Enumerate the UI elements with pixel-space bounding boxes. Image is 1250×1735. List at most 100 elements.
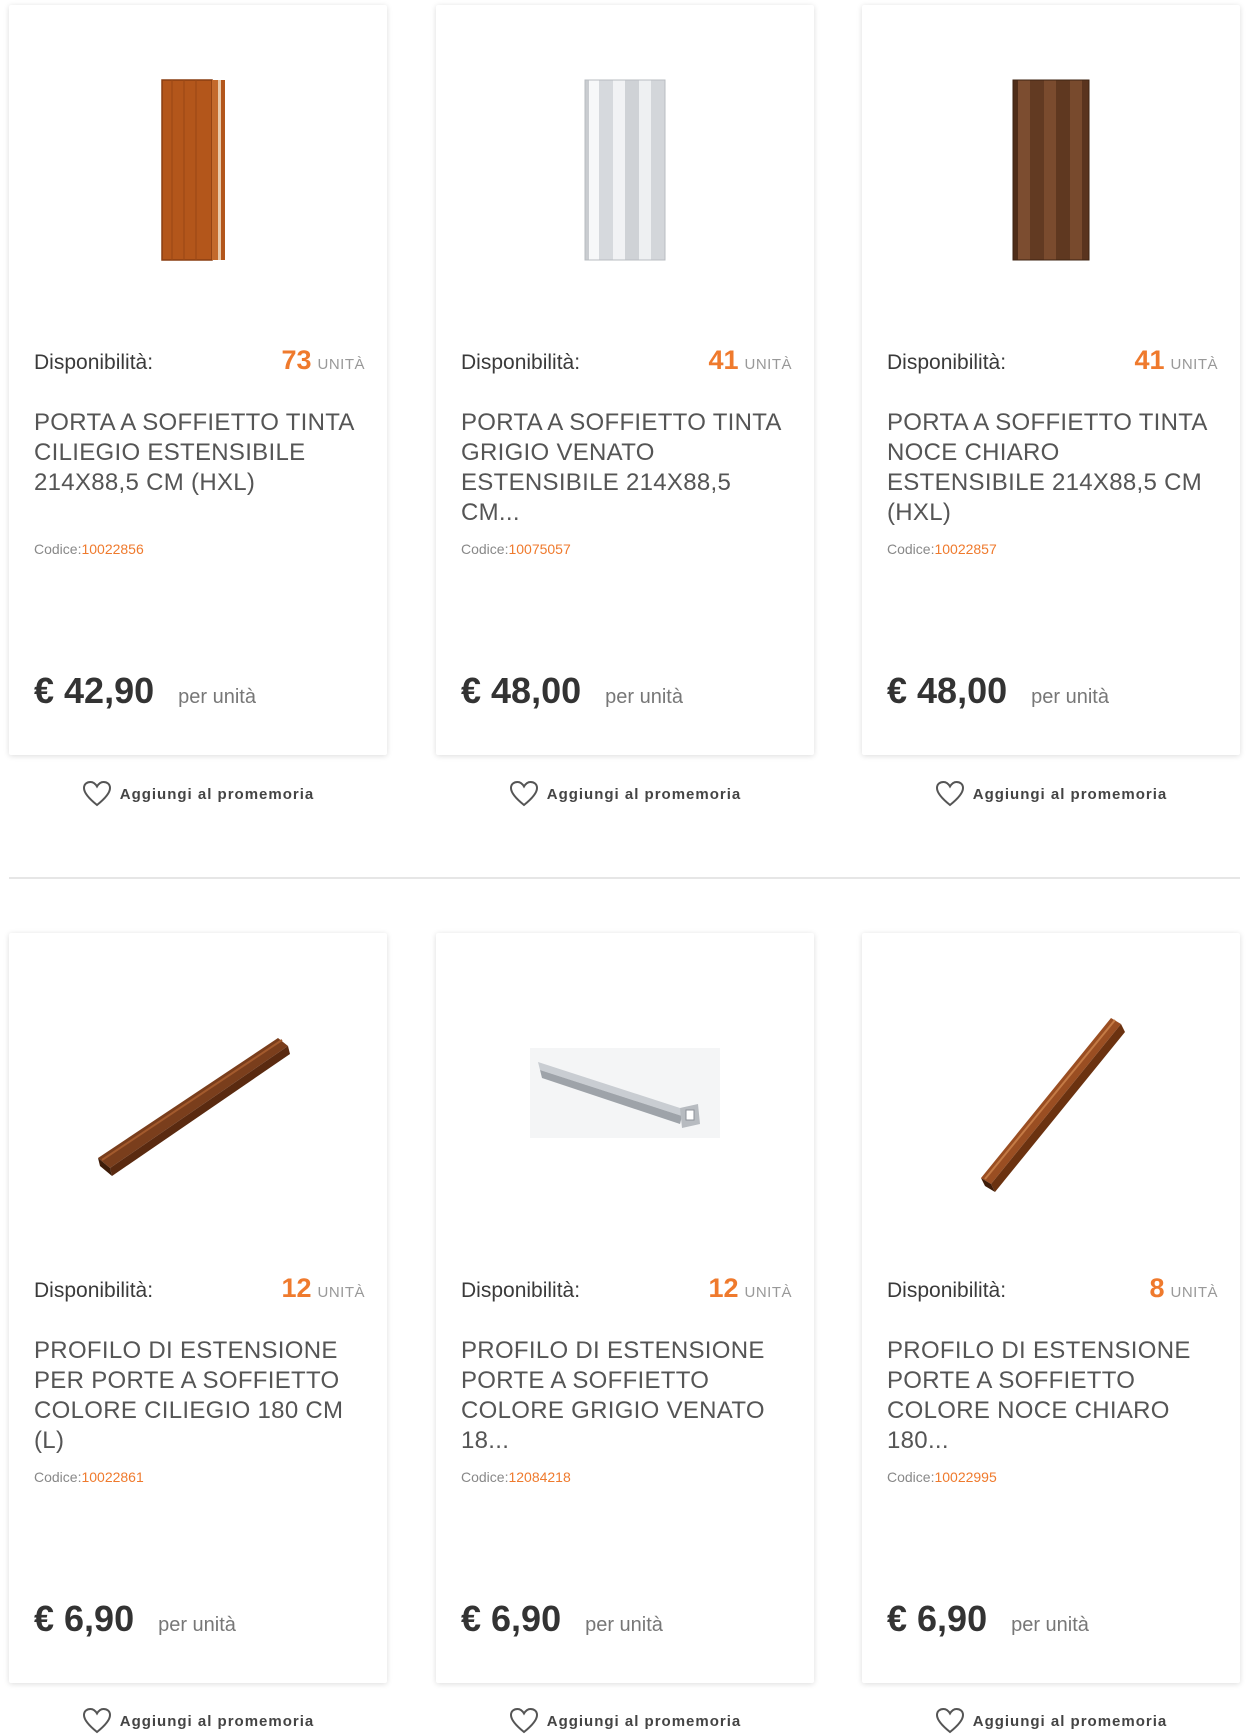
add-to-reminder-button[interactable]: Aggiungi al promemoria (862, 1703, 1240, 1735)
price-row: € 6,90 per unità (34, 1598, 236, 1640)
code-label: Codice: (461, 1469, 509, 1485)
product-title[interactable]: PROFILO DI ESTENSIONE PER PORTE A SOFFIE… (34, 1336, 365, 1456)
code-value: 10075057 (508, 541, 571, 557)
reminder-label: Aggiungi al promemoria (972, 785, 1168, 803)
add-to-reminder-button[interactable]: Aggiungi al promemoria (9, 776, 387, 812)
code-label: Codice: (461, 541, 509, 557)
product-price: € 6,90 (34, 1598, 135, 1639)
availability-row: Disponibilità: 12 UNITÀ (461, 1273, 792, 1313)
heart-icon (82, 1707, 111, 1734)
reminder-label: Aggiungi al promemoria (972, 1712, 1168, 1730)
quantity-value: 41 (708, 345, 739, 375)
add-to-reminder-button[interactable]: Aggiungi al promemoria (9, 1703, 387, 1735)
add-to-reminder-button[interactable]: Aggiungi al promemoria (436, 776, 814, 812)
quantity-value: 41 (1134, 345, 1165, 375)
extension-profile-image (530, 1048, 720, 1138)
per-unit-label: per unità (585, 1614, 663, 1636)
heart-icon (509, 1707, 538, 1734)
availability-label: Disponibilità: (461, 351, 581, 374)
availability-label: Disponibilità: (887, 351, 1007, 374)
row-divider (9, 877, 1240, 879)
quantity-unit: UNITÀ (317, 1284, 365, 1301)
folding-door-image (584, 79, 666, 261)
code-label: Codice: (887, 1469, 935, 1485)
product-image[interactable] (862, 973, 1240, 1223)
quantity-value: 8 (1149, 1273, 1165, 1303)
heart-icon (935, 1707, 964, 1734)
availability-label: Disponibilità: (887, 1279, 1007, 1302)
price-row: € 48,00 per unità (887, 670, 1109, 712)
product-title[interactable]: PROFILO DI ESTENSIONE PORTE A SOFFIETTO … (461, 1336, 792, 1456)
price-row: € 6,90 per unità (887, 1598, 1089, 1640)
price-row: € 6,90 per unità (461, 1598, 663, 1640)
folding-door-image (161, 79, 225, 261)
code-label: Codice: (887, 541, 935, 557)
product-title[interactable]: PORTA A SOFFIETTO TINTA GRIGIO VENATO ES… (461, 408, 792, 528)
heart-icon (935, 780, 964, 807)
per-unit-label: per unità (178, 686, 256, 708)
availability-quantity: 73 UNITÀ (281, 345, 365, 376)
code-label: Codice: (34, 1469, 82, 1485)
product-image[interactable] (436, 973, 814, 1223)
reminder-label: Aggiungi al promemoria (546, 1712, 742, 1730)
quantity-value: 12 (281, 1273, 312, 1303)
availability-label: Disponibilità: (461, 1279, 581, 1302)
product-image[interactable] (9, 45, 387, 295)
availability-row: Disponibilità: 41 UNITÀ (461, 345, 792, 385)
product-price: € 6,90 (887, 1598, 988, 1639)
product-card[interactable]: Disponibilità: 12 UNITÀ PROFILO DI ESTEN… (436, 933, 814, 1683)
product-card[interactable]: Disponibilità: 41 UNITÀ PORTA A SOFFIETT… (862, 5, 1240, 755)
product-price: € 42,90 (34, 670, 155, 711)
product-image[interactable] (9, 973, 387, 1223)
availability-quantity: 41 UNITÀ (1134, 345, 1218, 376)
product-image[interactable] (436, 45, 814, 295)
code-value: 10022995 (934, 1469, 997, 1485)
product-card[interactable]: Disponibilità: 73 UNITÀ PORTA A SOFFIETT… (9, 5, 387, 755)
per-unit-label: per unità (1011, 1614, 1089, 1636)
code-value: 10022861 (81, 1469, 144, 1485)
product-code: Codice:12084218 (461, 1469, 571, 1485)
availability-row: Disponibilità: 41 UNITÀ (887, 345, 1218, 385)
heart-icon (82, 780, 111, 807)
quantity-unit: UNITÀ (744, 356, 792, 373)
quantity-value: 73 (281, 345, 312, 375)
price-row: € 42,90 per unità (34, 670, 256, 712)
per-unit-label: per unità (1031, 686, 1109, 708)
product-card[interactable]: Disponibilità: 8 UNITÀ PROFILO DI ESTENS… (862, 933, 1240, 1683)
availability-quantity: 12 UNITÀ (708, 1273, 792, 1304)
product-title[interactable]: PORTA A SOFFIETTO TINTA NOCE CHIARO ESTE… (887, 408, 1218, 528)
add-to-reminder-button[interactable]: Aggiungi al promemoria (436, 1703, 814, 1735)
price-row: € 48,00 per unità (461, 670, 683, 712)
product-code: Codice:10022861 (34, 1469, 144, 1485)
product-card[interactable]: Disponibilità: 41 UNITÀ PORTA A SOFFIETT… (436, 5, 814, 755)
reminder-label: Aggiungi al promemoria (119, 785, 315, 803)
reminder-label: Aggiungi al promemoria (546, 785, 742, 803)
quantity-unit: UNITÀ (317, 356, 365, 373)
availability-quantity: 8 UNITÀ (1149, 1273, 1218, 1304)
product-code: Codice:10022857 (887, 541, 997, 557)
product-title[interactable]: PORTA A SOFFIETTO TINTA CILIEGIO ESTENSI… (34, 408, 365, 498)
availability-row: Disponibilità: 12 UNITÀ (34, 1273, 365, 1313)
extension-profile-image (98, 1038, 290, 1176)
product-card[interactable]: Disponibilità: 12 UNITÀ PROFILO DI ESTEN… (9, 933, 387, 1683)
product-code: Codice:10075057 (461, 541, 571, 557)
product-title[interactable]: PROFILO DI ESTENSIONE PORTE A SOFFIETTO … (887, 1336, 1218, 1456)
add-to-reminder-button[interactable]: Aggiungi al promemoria (862, 776, 1240, 812)
product-image[interactable] (862, 45, 1240, 295)
product-code: Codice:10022856 (34, 541, 144, 557)
quantity-value: 12 (708, 1273, 739, 1303)
availability-quantity: 41 UNITÀ (708, 345, 792, 376)
extension-profile-image (981, 1018, 1125, 1192)
heart-icon (509, 780, 538, 807)
product-price: € 48,00 (887, 670, 1008, 711)
availability-row: Disponibilità: 73 UNITÀ (34, 345, 365, 385)
code-value: 10022857 (934, 541, 997, 557)
availability-label: Disponibilità: (34, 351, 154, 374)
product-price: € 6,90 (461, 1598, 562, 1639)
availability-quantity: 12 UNITÀ (281, 1273, 365, 1304)
quantity-unit: UNITÀ (1170, 1284, 1218, 1301)
quantity-unit: UNITÀ (744, 1284, 792, 1301)
availability-label: Disponibilità: (34, 1279, 154, 1302)
product-price: € 48,00 (461, 670, 582, 711)
code-label: Codice: (34, 541, 82, 557)
